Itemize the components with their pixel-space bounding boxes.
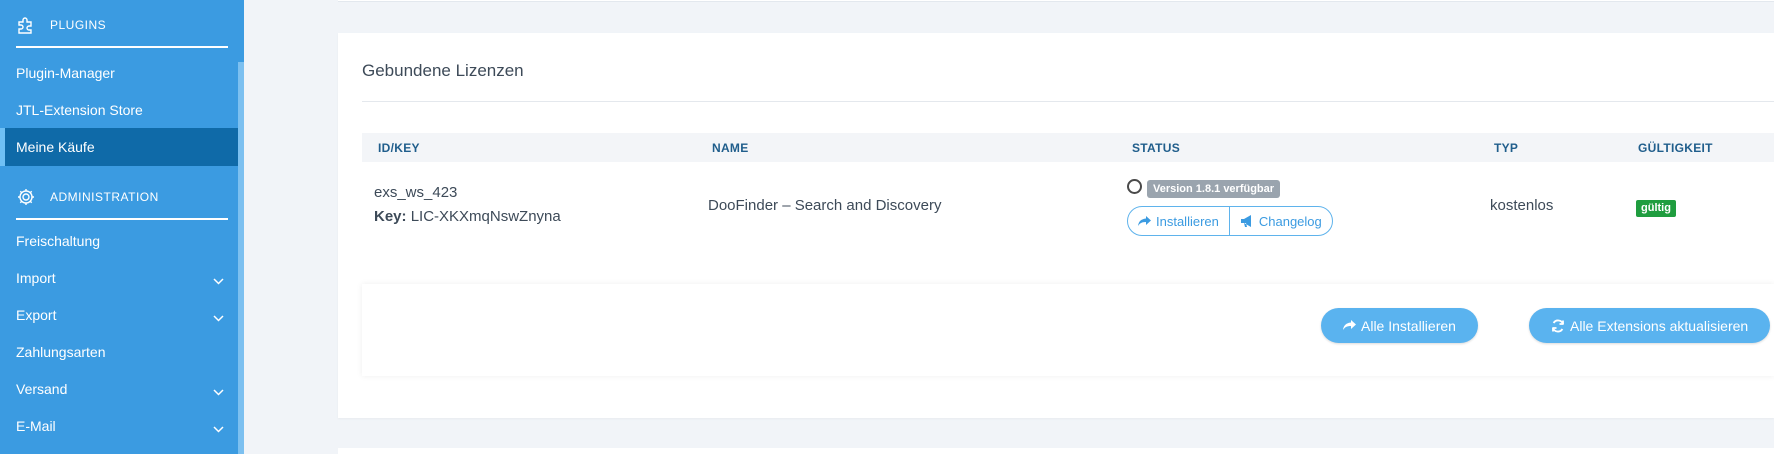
license-key: Key: LIC-XKXmqNswZnyna [374,208,561,225]
sidebar-item-label: Export [16,307,57,323]
changelog-button[interactable]: Changelog [1228,207,1332,235]
install-all-label: Alle Installieren [1361,317,1456,334]
license-id: exs_ws_423 [374,184,458,201]
sidebar-scrollbar[interactable] [238,62,244,454]
previous-card-edge [338,0,1774,2]
sidebar-item-label: Versand [16,381,68,397]
share-arrow-icon [1138,215,1151,226]
sidebar-item-meine-kaeufe[interactable]: Meine Käufe [0,128,238,166]
divider [362,101,1774,102]
sidebar-item-import[interactable]: Import [0,259,238,297]
column-header-validity: GÜLTIGKEIT [1638,141,1713,155]
sidebar-item-export[interactable]: Export [0,296,238,334]
sidebar-section-label: PLUGINS [50,18,107,32]
changelog-button-label: Changelog [1258,213,1322,229]
sidebar-item-label: Zahlungsarten [16,344,106,360]
license-key-value: LIC-XKXmqNswZnyna [410,208,561,225]
chevron-down-icon [213,309,224,325]
sidebar-item-plugin-manager[interactable]: Plugin-Manager [0,54,238,92]
sidebar-section-label: ADMINISTRATION [50,190,159,204]
version-available-badge: Version 1.8.1 verfügbar [1147,180,1281,198]
install-button[interactable]: Installieren [1128,207,1229,235]
share-arrow-icon [1343,320,1356,330]
column-header-id-key: ID/KEY [378,141,420,155]
sidebar-section-plugins: PLUGINS [16,4,228,48]
license-type: kostenlos [1490,197,1554,214]
sidebar-section-administration: ADMINISTRATION [16,176,228,220]
sidebar-item-label: Plugin-Manager [16,65,115,81]
sidebar-item-email[interactable]: E-Mail [0,407,238,445]
update-all-label: Alle Extensions aktualisieren [1570,317,1749,334]
column-header-type: TYP [1494,141,1519,155]
column-header-name: NAME [712,141,749,155]
sidebar-item-versand[interactable]: Versand [0,370,238,408]
sidebar-item-freischaltung[interactable]: Freischaltung [0,222,238,260]
install-all-button[interactable]: Alle Installieren [1321,308,1478,343]
next-card-edge [338,448,1774,454]
select-radio[interactable] [1127,179,1142,194]
puzzle-icon [16,15,36,35]
sidebar-item-zahlungsarten[interactable]: Zahlungsarten [0,333,238,371]
sidebar-item-label: E-Mail [16,418,56,434]
megaphone-icon [1240,215,1251,227]
column-header-status: STATUS [1132,141,1181,155]
sidebar-item-label: Import [16,270,56,286]
chevron-down-icon [213,383,224,399]
install-button-label: Installieren [1156,213,1219,229]
chevron-down-icon [213,272,224,288]
license-name: DooFinder – Search and Discovery [708,197,942,214]
license-key-label: Key: [374,208,407,225]
card-title: Gebundene Lizenzen [362,61,524,80]
sidebar-item-extension-store[interactable]: JTL-Extension Store [0,91,238,129]
gear-icon [16,187,36,207]
sidebar-item-label: JTL-Extension Store [16,102,143,118]
status-button-group: Installieren Changelog [1127,206,1333,236]
table-header: ID/KEY NAME STATUS TYP GÜLTIGKEIT [362,133,1774,162]
chevron-down-icon [213,420,224,436]
sidebar-item-label: Meine Käufe [16,139,95,155]
sidebar-item-label: Freischaltung [16,233,101,249]
update-all-button[interactable]: Alle Extensions aktualisieren [1529,308,1771,343]
sidebar: PLUGINS Plugin-Manager JTL-Extension Sto… [0,0,244,454]
validity-badge: gültig [1636,200,1676,217]
refresh-icon [1552,319,1564,332]
